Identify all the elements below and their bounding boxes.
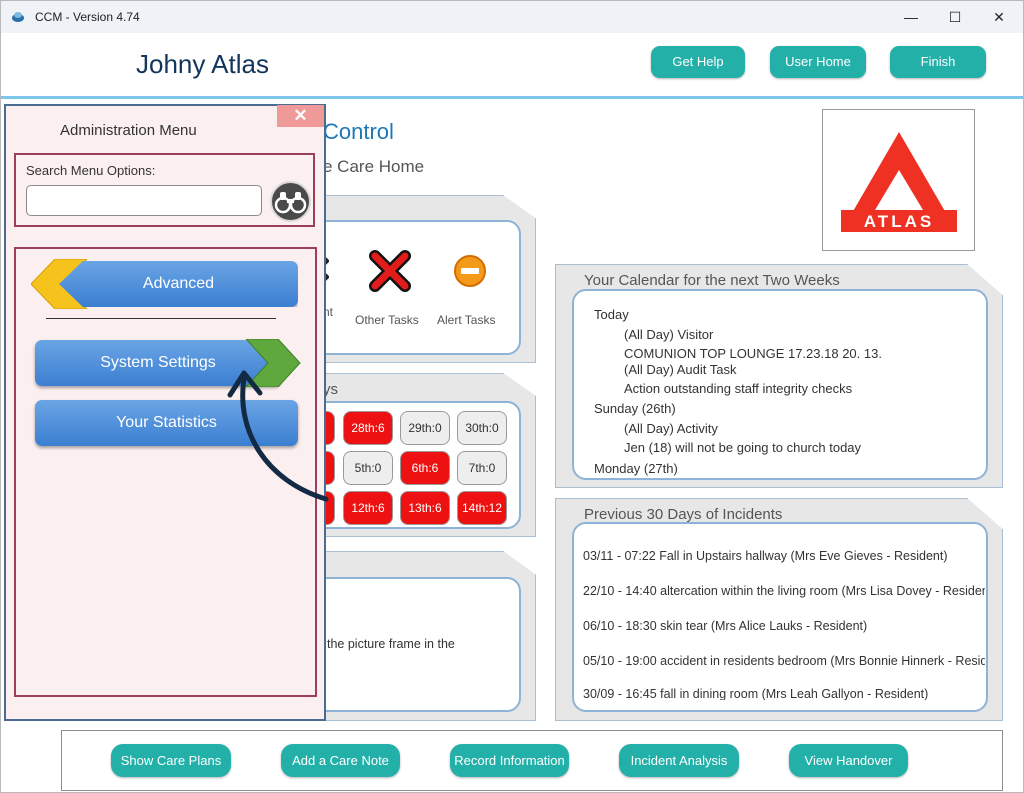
- advanced-button[interactable]: Advanced: [59, 261, 298, 307]
- calendar-event: Jen (18) will not be going to church tod…: [624, 440, 862, 455]
- calendar-title: Your Calendar for the next Two Weeks: [584, 272, 840, 289]
- incident-item[interactable]: 06/10 - 18:30 skin tear (Mrs Alice Lauks…: [583, 619, 985, 633]
- notes-text: the picture frame in the: [327, 637, 455, 651]
- record-information-button[interactable]: Record Information: [450, 744, 569, 777]
- window-title: CCM - Version 4.74: [35, 10, 140, 24]
- search-button[interactable]: [270, 181, 311, 222]
- other-tasks-label[interactable]: Other Tasks: [355, 313, 419, 327]
- day-cell[interactable]: 14th:12: [457, 491, 507, 525]
- other-tasks-icon[interactable]: [369, 250, 411, 292]
- menu-divider: [46, 318, 276, 319]
- calendar-event: Action outstanding staff integrity check…: [624, 381, 853, 396]
- day-cell[interactable]: 6th:6: [400, 451, 450, 485]
- atlas-logo: ATLAS: [822, 109, 975, 251]
- calendar-event: (All Day) Visitor: [624, 327, 714, 342]
- search-label: Search Menu Options:: [26, 163, 156, 178]
- day-cell[interactable]: 7th:0: [457, 451, 507, 485]
- add-care-note-button[interactable]: Add a Care Note: [281, 744, 400, 777]
- app-icon: [12, 12, 24, 22]
- logo-text: ATLAS: [864, 212, 934, 231]
- calendar-day-heading: Monday (27th): [594, 461, 678, 476]
- finish-button[interactable]: Finish: [890, 46, 986, 78]
- incident-item[interactable]: 05/10 - 19:00 accident in residents bedr…: [583, 654, 985, 668]
- user-home-button[interactable]: User Home: [770, 46, 866, 78]
- incident-item[interactable]: 03/11 - 07:22 Fall in Upstairs hallway (…: [583, 549, 985, 563]
- incident-item[interactable]: 22/10 - 14:40 altercation within the liv…: [583, 584, 985, 598]
- binoculars-icon: [274, 192, 307, 214]
- admin-menu-title: Administration Menu: [60, 122, 197, 139]
- alert-tasks-label[interactable]: Alert Tasks: [437, 313, 495, 327]
- day-cell[interactable]: 13th:6: [400, 491, 450, 525]
- atlas-logo-icon: ATLAS: [841, 132, 957, 232]
- minimize-button[interactable]: —: [889, 5, 933, 29]
- show-care-plans-button[interactable]: Show Care Plans: [111, 744, 231, 777]
- calendar-list[interactable]: Today (All Day) Visitor COMUNION TOP LOUNG…: [572, 289, 988, 480]
- calendar-day-heading: Today: [594, 307, 629, 322]
- maximize-button[interactable]: ☐: [933, 5, 977, 29]
- day-cell[interactable]: 29th:0: [400, 411, 450, 445]
- calendar-day-heading: Sunday (26th): [594, 401, 676, 416]
- annotation-arrow-icon: [227, 370, 329, 502]
- incidents-title: Previous 30 Days of Incidents: [584, 506, 783, 523]
- day-cell[interactable]: 28th:6: [343, 411, 393, 445]
- day-cell[interactable]: 12th:6: [343, 491, 393, 525]
- calendar-event: (All Day) Audit Task: [624, 362, 737, 377]
- title-bar: CCM - Version 4.74 — ☐ ✕: [1, 1, 1023, 33]
- day-cell[interactable]: 5th:0: [343, 451, 393, 485]
- view-handover-button[interactable]: View Handover: [789, 744, 908, 777]
- close-window-button[interactable]: ✕: [977, 5, 1021, 29]
- header-divider: [1, 96, 1023, 99]
- calendar-event: COMUNION TOP LOUNGE 17.23.18 20. 13.: [624, 346, 882, 361]
- calendar-event: (All Day) Activity: [624, 421, 718, 436]
- get-help-button[interactable]: Get Help: [651, 46, 745, 78]
- day-cell[interactable]: 30th:0: [457, 411, 507, 445]
- tasks-panel-body: [301, 220, 521, 355]
- alert-tasks-icon[interactable]: [453, 254, 487, 288]
- admin-menu-close-button[interactable]: ✕: [277, 105, 324, 127]
- user-name: Johny Atlas: [136, 49, 269, 79]
- app-window: CCM - Version 4.74 — ☐ ✕ Johny Atlas Get…: [0, 0, 1024, 793]
- page-subtitle: e Care Home: [323, 157, 425, 176]
- page-title: Control: [323, 119, 394, 144]
- search-menu-input[interactable]: [26, 185, 262, 216]
- incident-analysis-button[interactable]: Incident Analysis: [619, 744, 739, 777]
